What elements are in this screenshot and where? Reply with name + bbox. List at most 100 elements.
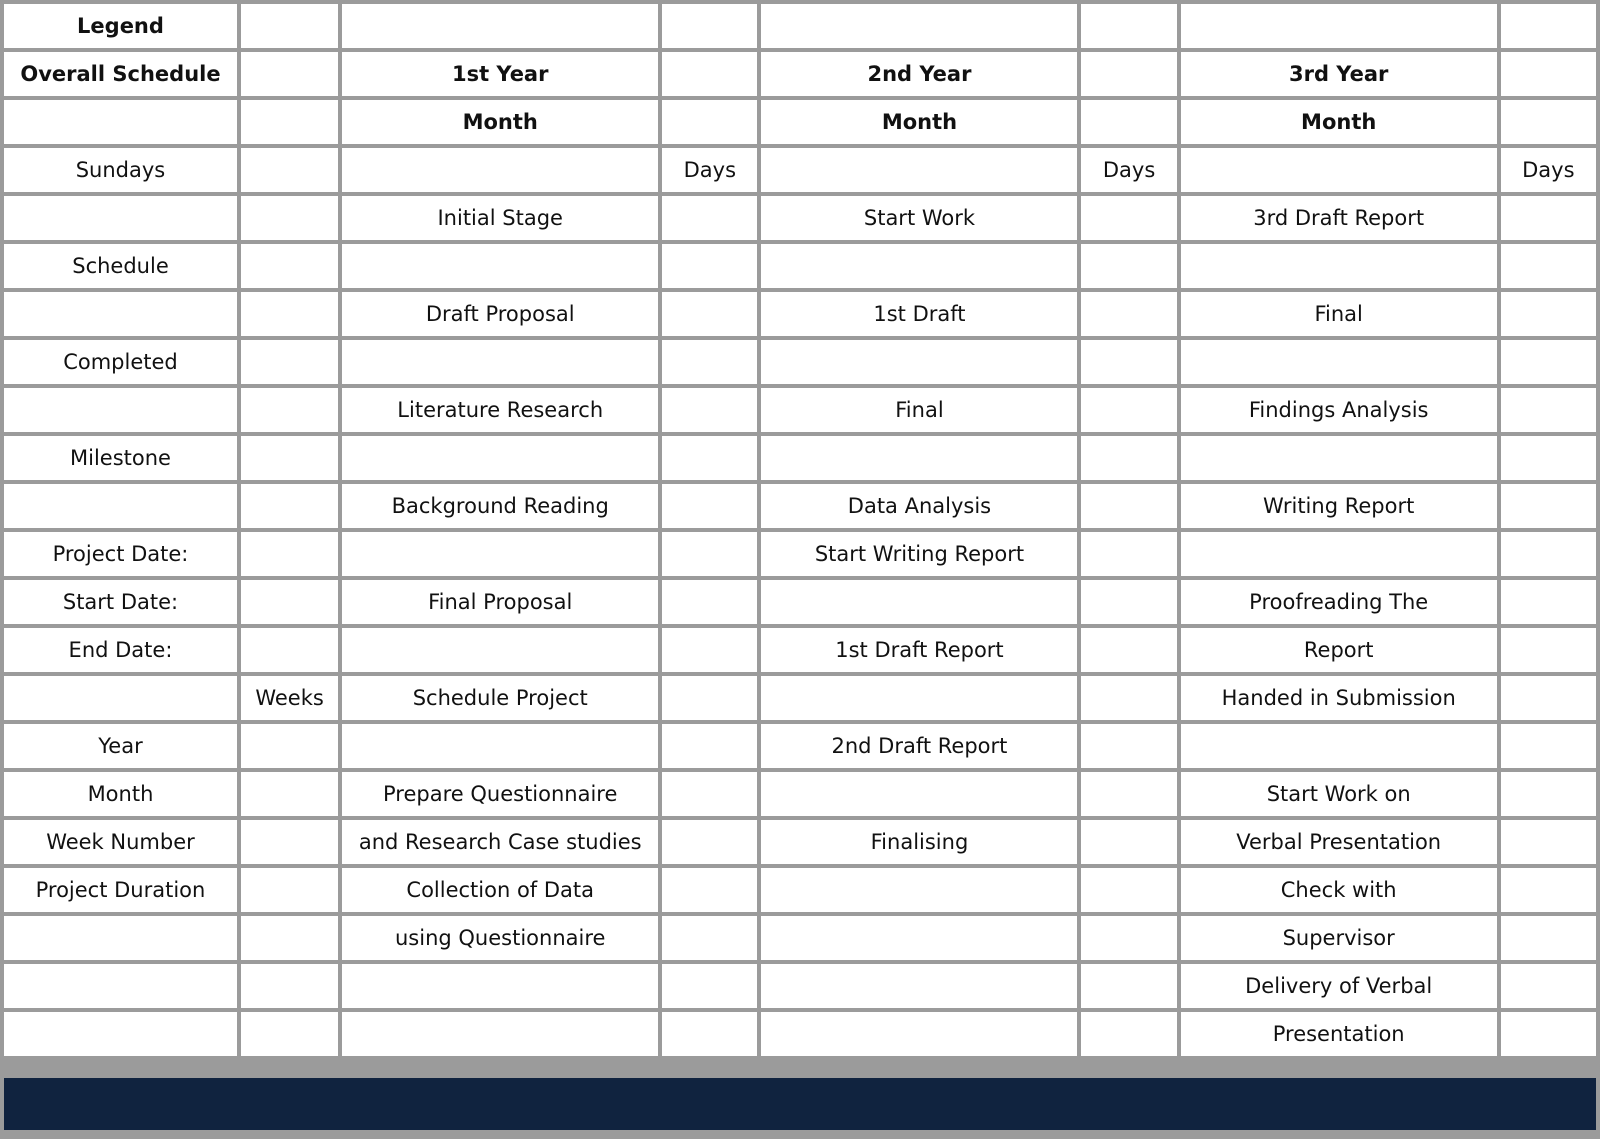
table-row: Week Number and Research Case studies Fi… <box>4 820 1596 864</box>
days3-cell <box>1500 1012 1596 1056</box>
task-year2 <box>761 244 1078 288</box>
days3-cell <box>1500 580 1596 624</box>
days2-cell <box>1081 964 1177 1008</box>
task-year1: Background Reading <box>342 484 659 528</box>
table-row: Schedule <box>4 244 1596 288</box>
days1-cell <box>662 676 758 720</box>
table-row: Legend <box>4 4 1596 48</box>
days2-cell <box>1081 4 1177 48</box>
days2-cell <box>1081 532 1177 576</box>
table-row-days: Sundays Days Days Days <box>4 148 1596 192</box>
task-year2 <box>761 436 1078 480</box>
days1-cell <box>662 724 758 768</box>
days3-cell <box>1500 676 1596 720</box>
task-year1: and Research Case studies <box>342 820 659 864</box>
task-year2 <box>761 772 1078 816</box>
task-year2: Final <box>761 388 1078 432</box>
days1-cell <box>662 628 758 672</box>
year3-cell <box>1180 4 1497 48</box>
days1-cell <box>662 580 758 624</box>
legend-item-week-number: Week Number <box>4 820 237 864</box>
task-year3: Findings Analysis <box>1180 388 1497 432</box>
table-row: Background Reading Data Analysis Writing… <box>4 484 1596 528</box>
legend-cell <box>4 1012 237 1056</box>
spacer-cell <box>240 484 339 528</box>
task-year1 <box>342 964 659 1008</box>
legend-cell <box>4 964 237 1008</box>
days1-cell <box>662 532 758 576</box>
days1-cell <box>662 100 758 144</box>
days3-cell <box>1500 628 1596 672</box>
days2-cell <box>1081 244 1177 288</box>
task-year2 <box>761 868 1078 912</box>
task-year1 <box>342 628 659 672</box>
task-year2 <box>761 580 1078 624</box>
legend-cell <box>4 388 237 432</box>
task-year3: Writing Report <box>1180 484 1497 528</box>
days1-cell <box>662 484 758 528</box>
spacer-cell <box>240 916 339 960</box>
days-header-year2: Days <box>1081 148 1177 192</box>
days3-cell <box>1500 964 1596 1008</box>
days-header-year1: Days <box>662 148 758 192</box>
days1-cell <box>662 388 758 432</box>
legend-cell <box>4 916 237 960</box>
task-year1: Final Proposal <box>342 580 659 624</box>
table-row: Initial Stage Start Work 3rd Draft Repor… <box>4 196 1596 240</box>
month-header-year2: Month <box>761 100 1078 144</box>
days2-cell <box>1081 868 1177 912</box>
task-year3: Proofreading The <box>1180 580 1497 624</box>
task-year1: Initial Stage <box>342 196 659 240</box>
task-year2: Start Work <box>761 196 1078 240</box>
legend-item-schedule: Schedule <box>4 244 237 288</box>
days1-cell <box>662 964 758 1008</box>
days3-cell <box>1500 100 1596 144</box>
days1-cell <box>662 244 758 288</box>
days1-cell <box>662 1012 758 1056</box>
table-row: Month Prepare Questionnaire Start Work o… <box>4 772 1596 816</box>
days1-cell <box>662 4 758 48</box>
spacer-cell <box>240 340 339 384</box>
spacer-cell <box>240 436 339 480</box>
days2-cell <box>1081 820 1177 864</box>
task-year2: 1st Draft <box>761 292 1078 336</box>
task-year3: Handed in Submission <box>1180 676 1497 720</box>
task-year3: Delivery of Verbal <box>1180 964 1497 1008</box>
days2-cell <box>1081 340 1177 384</box>
task-year1 <box>342 532 659 576</box>
task-year1 <box>342 1012 659 1056</box>
task-year3 <box>1180 532 1497 576</box>
legend-cell <box>4 100 237 144</box>
days3-cell <box>1500 484 1596 528</box>
table-row: Year 2nd Draft Report <box>4 724 1596 768</box>
legend-item-end-date: End Date: <box>4 628 237 672</box>
days3-cell <box>1500 724 1596 768</box>
year1-cell <box>342 4 659 48</box>
year3-header: 3rd Year <box>1180 52 1497 96</box>
task-year3: Start Work on <box>1180 772 1497 816</box>
days1-cell <box>662 916 758 960</box>
legend-item-sundays: Sundays <box>4 148 237 192</box>
days3-cell <box>1500 772 1596 816</box>
spacer-cell <box>240 724 339 768</box>
task-year1 <box>342 724 659 768</box>
table-row: Start Date: Final Proposal Proofreading … <box>4 580 1596 624</box>
task-year2: Start Writing Report <box>761 532 1078 576</box>
days1-cell <box>662 340 758 384</box>
task-year1 <box>342 436 659 480</box>
task-year3 <box>1180 340 1497 384</box>
days3-cell <box>1500 916 1596 960</box>
days1-cell <box>662 436 758 480</box>
spacer-cell <box>240 148 339 192</box>
task-year1: Draft Proposal <box>342 292 659 336</box>
days3-cell <box>1500 532 1596 576</box>
task-year2: 2nd Draft Report <box>761 724 1078 768</box>
legend-item-start-date: Start Date: <box>4 580 237 624</box>
table-row: Completed <box>4 340 1596 384</box>
task-year1: Schedule Project <box>342 676 659 720</box>
days2-cell <box>1081 772 1177 816</box>
task-year3 <box>1180 436 1497 480</box>
task-year2 <box>761 964 1078 1008</box>
overall-schedule-header: Overall Schedule <box>4 52 237 96</box>
table-row: Delivery of Verbal <box>4 964 1596 1008</box>
